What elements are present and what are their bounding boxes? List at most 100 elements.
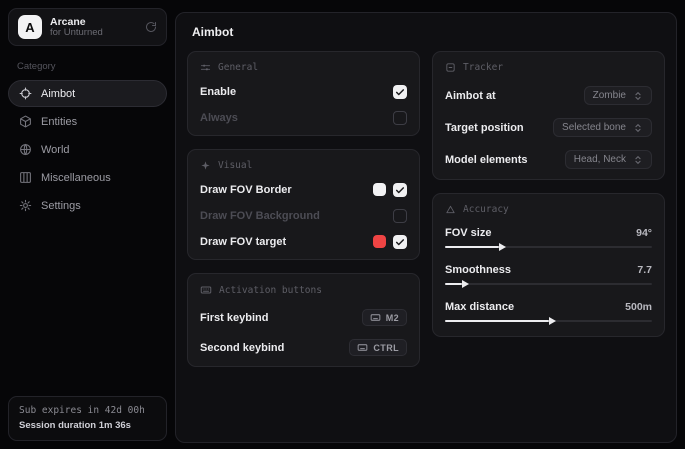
setting-label: Always [200, 112, 238, 124]
model-elements-select[interactable]: Head, Neck [565, 150, 652, 169]
app-logo: A [18, 15, 42, 39]
check-icon [395, 185, 405, 195]
sidebar-item-settings[interactable]: Settings [8, 192, 167, 219]
setting-row-always: Always [200, 110, 407, 125]
select-value: Zombie [593, 90, 626, 101]
setting-row-model-elements: Model elements Head, Neck [445, 150, 652, 169]
sidebar-item-aimbot[interactable]: Aimbot [8, 80, 167, 107]
fov-target-color-swatch[interactable] [373, 235, 386, 248]
app-header: A Arcane for Unturned [8, 8, 167, 46]
setting-row-fov-target: Draw FOV target [200, 234, 407, 249]
grid-icon [19, 171, 32, 184]
chevrons-up-down-icon [633, 155, 643, 165]
setting-label: Draw FOV Border [200, 184, 292, 196]
chevrons-up-down-icon [633, 91, 643, 101]
slider-track [445, 283, 652, 285]
visual-card: Visual Draw FOV Border Draw FOV Backgrou… [187, 149, 420, 260]
page-title: Aimbot [192, 25, 665, 39]
check-icon [395, 87, 405, 97]
keybind-value: M2 [386, 313, 399, 323]
subscription-expiry: Sub expires in 42d 00h [19, 405, 156, 416]
category-label: Category [17, 61, 167, 72]
app-name: Arcane [50, 16, 103, 28]
setting-row-second-keybind: Second keybind CTRL [200, 339, 407, 356]
setting-label: Model elements [445, 154, 528, 166]
sidebar-item-entities[interactable]: Entities [8, 108, 167, 135]
slider-fill [445, 320, 549, 322]
max-distance-row: Max distance 500m [445, 301, 652, 313]
tracker-header: Tracker [445, 62, 652, 73]
fov-size-slider[interactable] [445, 242, 652, 252]
subscription-card: Sub expires in 42d 00h Session duration … [8, 396, 167, 441]
app-subtitle: for Unturned [50, 28, 103, 39]
sidebar-item-label: Miscellaneous [41, 172, 111, 184]
sidebar-item-world[interactable]: World [8, 136, 167, 163]
setting-row-fov-border: Draw FOV Border [200, 182, 407, 197]
sidebar-item-label: Entities [41, 116, 77, 128]
globe-icon [19, 143, 32, 156]
fov-background-checkbox[interactable] [393, 209, 407, 223]
first-keybind-button[interactable]: M2 [362, 309, 407, 326]
aimbot-at-select[interactable]: Zombie [584, 86, 652, 105]
cube-icon [19, 115, 32, 128]
fov-size-value: 94° [636, 227, 652, 239]
sidebar-item-label: World [41, 144, 70, 156]
setting-row-enable: Enable [200, 84, 407, 99]
setting-label: Second keybind [200, 342, 284, 354]
check-icon [395, 237, 405, 247]
right-column: Tracker Aimbot at Zombie Target position [432, 51, 665, 367]
activation-header: Activation buttons [200, 284, 407, 296]
target-position-select[interactable]: Selected bone [553, 118, 652, 137]
second-keybind-button[interactable]: CTRL [349, 339, 407, 356]
sidebar-nav: Aimbot Entities World Miscellaneous Sett… [8, 80, 167, 219]
smoothness-row: Smoothness 7.7 [445, 264, 652, 276]
session-duration: Session duration 1m 36s [19, 420, 156, 431]
crosshair-icon [19, 87, 32, 100]
enable-checkbox[interactable] [393, 85, 407, 99]
setting-label: Max distance [445, 301, 514, 313]
main-panel: Aimbot General Enable [175, 12, 677, 443]
accuracy-header: Accuracy [445, 204, 652, 215]
left-column: General Enable Always [187, 51, 420, 367]
setting-label: Draw FOV Background [200, 210, 320, 222]
setting-label: FOV size [445, 227, 491, 239]
setting-label: Enable [200, 86, 236, 98]
setting-row-aimbot-at: Aimbot at Zombie [445, 86, 652, 105]
app-meta: Arcane for Unturned [50, 16, 103, 39]
setting-label: Target position [445, 122, 524, 134]
setting-row-first-keybind: First keybind M2 [200, 309, 407, 326]
slider-fill [445, 246, 499, 248]
accuracy-header-label: Accuracy [463, 204, 509, 215]
keyboard-icon [370, 312, 381, 323]
sidebar-item-miscellaneous[interactable]: Miscellaneous [8, 164, 167, 191]
slider-fill [445, 283, 462, 285]
fov-size-row: FOV size 94° [445, 227, 652, 239]
setting-row-target-position: Target position Selected bone [445, 118, 652, 137]
triangle-icon [445, 204, 456, 215]
fov-border-color-swatch[interactable] [373, 183, 386, 196]
select-value: Selected bone [562, 122, 626, 133]
general-header-label: General [218, 62, 258, 73]
refresh-icon[interactable] [145, 21, 157, 33]
accuracy-card: Accuracy FOV size 94° Smoothness 7.7 [432, 193, 665, 337]
setting-label: First keybind [200, 312, 268, 324]
activation-header-label: Activation buttons [219, 285, 322, 296]
gear-icon [19, 199, 32, 212]
select-value: Head, Neck [574, 154, 626, 165]
tracker-card: Tracker Aimbot at Zombie Target position [432, 51, 665, 180]
sparkle-icon [200, 160, 211, 171]
setting-row-fov-background: Draw FOV Background [200, 208, 407, 223]
keyboard-icon [200, 284, 212, 296]
chevrons-up-down-icon [633, 123, 643, 133]
tracker-header-label: Tracker [463, 62, 503, 73]
activation-card: Activation buttons First keybind M2 Seco… [187, 273, 420, 367]
general-card: General Enable Always [187, 51, 420, 136]
max-distance-slider[interactable] [445, 316, 652, 326]
smoothness-slider[interactable] [445, 279, 652, 289]
fov-border-checkbox[interactable] [393, 183, 407, 197]
keyboard-icon [357, 342, 368, 353]
max-distance-value: 500m [625, 301, 652, 313]
fov-target-checkbox[interactable] [393, 235, 407, 249]
minus-square-icon [445, 62, 456, 73]
always-checkbox[interactable] [393, 111, 407, 125]
